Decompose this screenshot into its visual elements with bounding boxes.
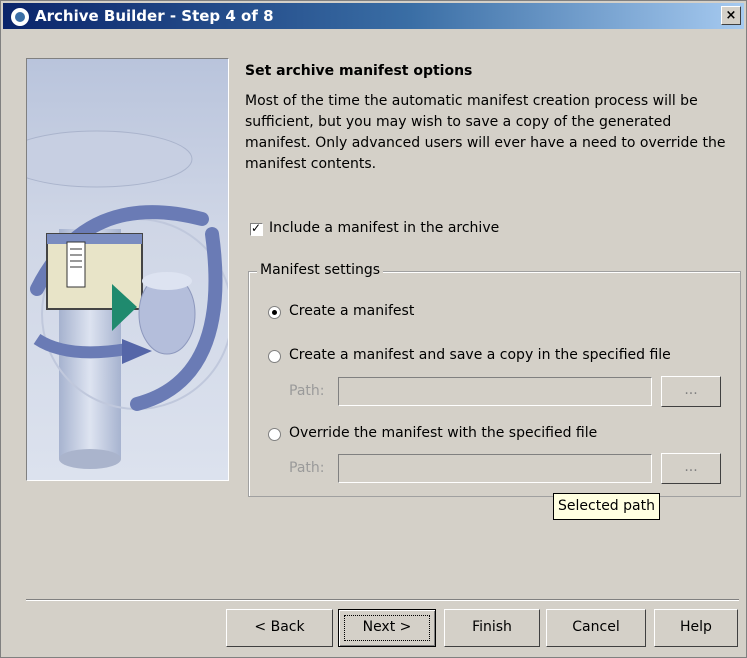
create-and-save-manifest-label[interactable]: Create a manifest and save a copy in the… — [289, 347, 671, 363]
next-button[interactable]: Next > — [338, 609, 436, 647]
override-path-label: Path: — [289, 460, 325, 476]
focus-rect — [344, 615, 430, 641]
help-button[interactable]: Help — [654, 609, 738, 647]
cancel-button[interactable]: Cancel — [546, 609, 646, 647]
save-path-label: Path: — [289, 383, 325, 399]
page-description: Most of the time the automatic manifest … — [245, 93, 726, 172]
override-path-browse-button[interactable]: ... — [661, 453, 721, 484]
checkmark-icon: ✓ — [251, 221, 262, 235]
create-and-save-manifest-radio[interactable] — [268, 350, 281, 363]
button-separator-highlight — [26, 600, 739, 601]
override-manifest-radio[interactable] — [268, 428, 281, 441]
finish-button[interactable]: Finish — [444, 609, 540, 647]
app-icon — [10, 7, 30, 27]
include-manifest-checkbox[interactable]: ✓ — [250, 221, 263, 236]
override-path-input[interactable] — [338, 454, 652, 483]
archive-builder-dialog: Archive Builder - Step 4 of 8 × Set arch… — [0, 0, 747, 658]
create-manifest-radio[interactable] — [268, 306, 281, 319]
page-heading: Set archive manifest options — [245, 63, 473, 79]
close-button[interactable]: × — [721, 6, 741, 25]
wizard-illustration — [26, 58, 229, 481]
include-manifest-label[interactable]: Include a manifest in the archive — [269, 220, 499, 236]
back-button[interactable]: < Back — [226, 609, 333, 647]
create-manifest-label[interactable]: Create a manifest — [289, 303, 414, 319]
selected-path-tooltip: Selected path — [553, 493, 660, 520]
window-title: Archive Builder - Step 4 of 8 — [35, 7, 274, 25]
manifest-settings-legend: Manifest settings — [257, 262, 384, 278]
close-icon: × — [725, 8, 737, 23]
title-bar: Archive Builder - Step 4 of 8 × — [3, 3, 744, 29]
archive-illustration-icon — [27, 130, 228, 469]
save-path-input[interactable] — [338, 377, 652, 406]
override-manifest-label[interactable]: Override the manifest with the specified… — [289, 425, 597, 441]
radio-selected-dot — [272, 310, 277, 315]
save-path-browse-button[interactable]: ... — [661, 376, 721, 407]
